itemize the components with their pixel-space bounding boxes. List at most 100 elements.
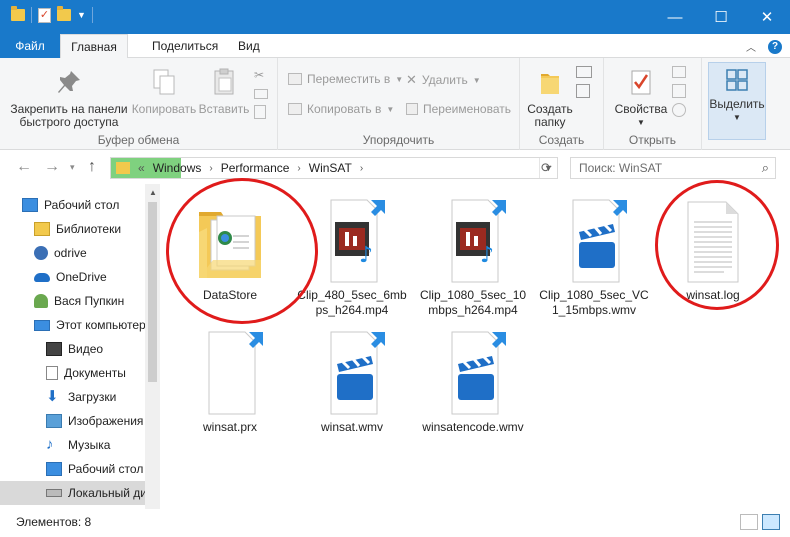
search-input[interactable]: Поиск: WinSAT ⌕ bbox=[570, 157, 776, 179]
up-arrow-icon[interactable]: ↑ bbox=[88, 158, 96, 176]
help-icon[interactable]: ? bbox=[768, 39, 782, 54]
properties-qat-icon[interactable]: ✓ bbox=[38, 7, 51, 23]
back-arrow-icon[interactable]: ← bbox=[16, 158, 32, 176]
svg-text:♪: ♪ bbox=[359, 243, 373, 268]
details-view-icon[interactable] bbox=[740, 514, 758, 530]
cut-icon[interactable]: ✂ bbox=[254, 66, 268, 85]
nav-item-desktop-2[interactable]: Рабочий стол bbox=[0, 457, 145, 481]
breadcrumb-windows[interactable]: Windows bbox=[153, 161, 202, 175]
history-icon[interactable] bbox=[672, 103, 686, 117]
chevron-right-icon[interactable]: › bbox=[209, 163, 212, 174]
select-icon bbox=[709, 69, 765, 94]
tab-home[interactable]: Главная bbox=[60, 34, 128, 59]
paste-shortcut-icon[interactable] bbox=[254, 105, 266, 119]
nav-item-music[interactable]: ♪ Музыка bbox=[0, 433, 145, 457]
desktop-icon bbox=[46, 462, 62, 476]
nav-item-downloads[interactable]: ⬇ Загрузки bbox=[0, 385, 145, 409]
ribbon: Закрепить на панели быстрого доступа Коп… bbox=[0, 58, 790, 150]
maximize-button[interactable]: ☐ bbox=[698, 0, 744, 34]
svg-text:♪: ♪ bbox=[480, 243, 494, 268]
clapper-file-icon bbox=[557, 198, 631, 284]
rename-button[interactable]: Переименовать bbox=[406, 102, 511, 116]
nav-item-user[interactable]: Вася Пупкин bbox=[0, 289, 145, 313]
select-button[interactable]: Выделить ▼ bbox=[708, 62, 766, 140]
address-bar[interactable]: « Windows › Performance › WinSAT › ▼ bbox=[110, 157, 558, 179]
title-bar: ✓ ▼ — ☐ ✕ bbox=[0, 0, 790, 34]
copy-path-icon[interactable] bbox=[254, 89, 268, 99]
move-to-icon bbox=[288, 73, 302, 85]
scrollbar-thumb[interactable] bbox=[148, 202, 157, 382]
minimize-button[interactable]: — bbox=[652, 0, 698, 34]
new-folder-qat-icon[interactable] bbox=[57, 6, 71, 21]
forward-arrow-icon[interactable]: → bbox=[44, 158, 60, 176]
breadcrumb-winsat[interactable]: WinSAT bbox=[309, 161, 352, 175]
group-label: Создать bbox=[538, 133, 585, 147]
tab-share[interactable]: Поделиться bbox=[140, 34, 230, 58]
computer-icon bbox=[34, 319, 50, 331]
odrive-icon bbox=[34, 246, 48, 260]
file-item-winsat-wmv[interactable]: winsat.wmv bbox=[297, 330, 407, 435]
pin-button[interactable]: Закрепить на панели быстрого доступа bbox=[8, 68, 130, 129]
navigation-pane: Рабочий стол Библиотеки odrive OneDrive … bbox=[0, 184, 160, 509]
refresh-icon[interactable]: ⟳ bbox=[541, 160, 552, 176]
nav-item-pictures[interactable]: Изображения bbox=[0, 409, 145, 433]
delete-icon: ✕ bbox=[406, 72, 417, 87]
blank-file-icon bbox=[193, 330, 267, 416]
properties-dropdown-icon[interactable]: ▼ bbox=[612, 116, 670, 129]
folder-icon bbox=[116, 162, 130, 174]
copy-to-button[interactable]: Копировать в ▼ bbox=[288, 102, 394, 116]
nav-item-video[interactable]: Видео bbox=[0, 337, 145, 361]
move-to-button[interactable]: Переместить в ▼ bbox=[288, 72, 403, 86]
folder-icon bbox=[11, 6, 25, 21]
close-button[interactable]: ✕ bbox=[744, 0, 790, 34]
edit-icon[interactable] bbox=[672, 84, 686, 98]
open-icon[interactable] bbox=[672, 66, 686, 78]
clipboard-group: Закрепить на панели быстрого доступа Коп… bbox=[0, 58, 278, 150]
group-label: Открыть bbox=[628, 133, 677, 147]
file-item-clip-1080-wmv[interactable]: Clip_1080_5sec_VC1_15mbps.wmv bbox=[539, 198, 649, 318]
nav-item-desktop[interactable]: Рабочий стол bbox=[0, 193, 145, 217]
new-item-icon[interactable] bbox=[576, 66, 592, 78]
file-item-winsatencode-wmv[interactable]: winsatencode.wmv bbox=[418, 330, 528, 435]
recent-locations-icon[interactable]: ▾ bbox=[70, 162, 75, 173]
tab-view[interactable]: Вид bbox=[226, 34, 272, 58]
nav-item-local-disk[interactable]: Локальный ди bbox=[0, 481, 145, 505]
breadcrumb-overflow[interactable]: « bbox=[138, 161, 145, 175]
chevron-right-icon[interactable]: › bbox=[297, 163, 300, 174]
rename-icon bbox=[406, 103, 418, 115]
properties-button[interactable]: Свойства ▼ bbox=[612, 68, 670, 129]
collapse-ribbon-icon[interactable]: ︿ bbox=[746, 39, 756, 54]
select-group: Выделить ▼ bbox=[706, 58, 766, 150]
documents-icon bbox=[46, 366, 58, 380]
nav-item-this-pc[interactable]: Этот компьютер bbox=[0, 313, 145, 337]
video-icon bbox=[46, 342, 62, 356]
new-folder-icon bbox=[524, 68, 576, 99]
organize-group: Переместить в ▼ Копировать в ▼ ✕ Удалить ▼ … bbox=[278, 58, 520, 150]
select-dropdown-icon: ▼ bbox=[733, 113, 741, 122]
open-group: Свойства ▼ Открыть bbox=[604, 58, 702, 150]
clapper-file-icon bbox=[436, 330, 510, 416]
tab-file[interactable]: Файл bbox=[0, 34, 60, 58]
music-icon: ♪ bbox=[46, 436, 54, 453]
file-list: DataStore ♪ Clip_480_5sec_6mbps_h264.mp4 bbox=[160, 178, 790, 509]
customize-qat-icon[interactable]: ▼ bbox=[77, 10, 86, 20]
new-folder-button[interactable]: Создать папку bbox=[524, 68, 576, 129]
quick-access-toolbar: ✓ ▼ bbox=[11, 6, 93, 23]
large-icons-view-icon[interactable] bbox=[762, 514, 780, 530]
pin-icon bbox=[8, 68, 130, 99]
file-item-clip-1080-mp4[interactable]: ♪ Clip_1080_5sec_10mbps_h264.mp4 bbox=[418, 198, 528, 318]
search-icon[interactable]: ⌕ bbox=[762, 160, 769, 176]
chevron-right-icon[interactable]: › bbox=[360, 163, 363, 174]
nav-item-odrive[interactable]: odrive bbox=[0, 241, 145, 265]
paste-button[interactable]: Вставить bbox=[196, 68, 252, 116]
breadcrumb-performance[interactable]: Performance bbox=[221, 161, 290, 175]
scroll-up-icon[interactable]: ▲ bbox=[149, 188, 157, 197]
delete-button[interactable]: ✕ Удалить ▼ bbox=[406, 72, 481, 88]
navigation-scrollbar[interactable]: ▲ bbox=[145, 184, 160, 509]
easy-access-icon[interactable] bbox=[576, 84, 590, 98]
nav-item-libraries[interactable]: Библиотеки bbox=[0, 217, 145, 241]
copy-button[interactable]: Копировать bbox=[128, 68, 200, 116]
nav-item-documents[interactable]: Документы bbox=[0, 361, 145, 385]
nav-item-onedrive[interactable]: OneDrive bbox=[0, 265, 145, 289]
file-item-winsat-prx[interactable]: winsat.prx bbox=[175, 330, 285, 435]
